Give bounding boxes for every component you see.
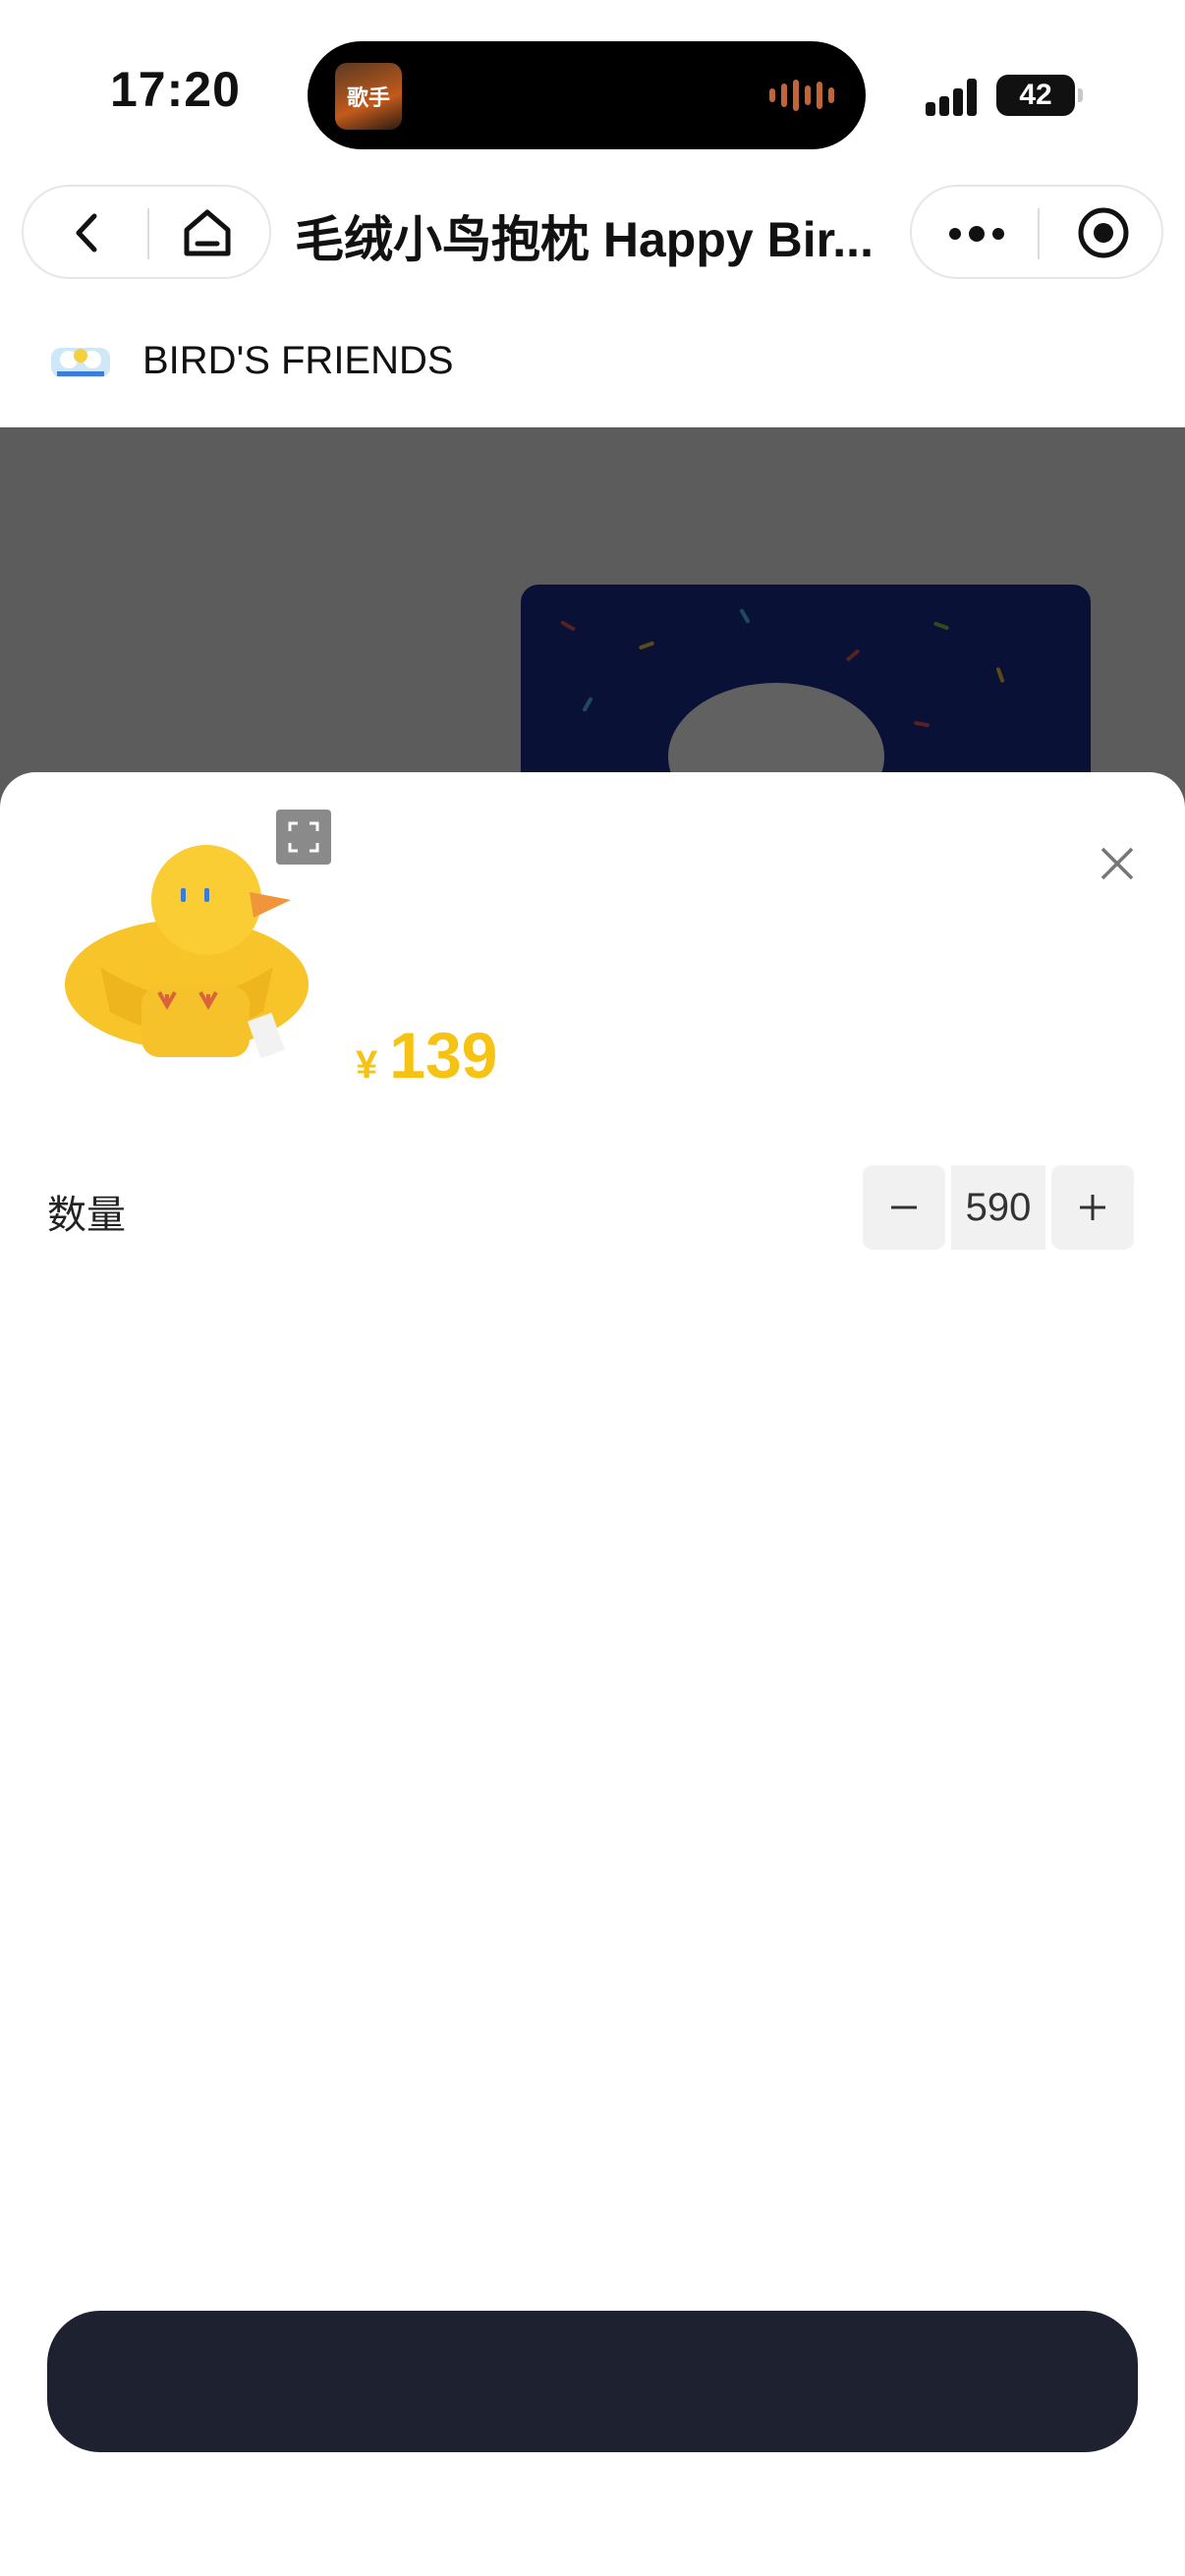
sku-bottom-sheet: ¥ 139 数量 xyxy=(0,772,1185,2576)
modal-overlay[interactable] xyxy=(0,427,1185,820)
confirm-button[interactable] xyxy=(47,2311,1138,2452)
price-value: 139 xyxy=(389,1019,498,1092)
page-title: 毛绒小鸟抱枕 Happy Bir... xyxy=(295,212,874,267)
nav-divider xyxy=(1038,208,1040,259)
battery-icon: 42 xyxy=(996,75,1083,116)
status-time: 17:20 xyxy=(110,62,241,117)
store-logo[interactable] xyxy=(49,342,112,383)
home-icon[interactable] xyxy=(179,204,236,261)
plus-icon xyxy=(1080,1195,1105,1220)
nav-capsule-right xyxy=(910,185,1163,279)
status-bar: 17:20 歌手 42 xyxy=(0,0,1185,182)
close-miniprogram-icon[interactable] xyxy=(1075,204,1132,261)
now-playing-artwork: 歌手 xyxy=(335,63,402,130)
minus-icon xyxy=(891,1205,917,1209)
store-name[interactable]: BIRD'S FRIENDS xyxy=(142,339,454,383)
nav-capsule-left xyxy=(22,185,271,279)
nav-divider xyxy=(147,208,149,259)
more-icon[interactable] xyxy=(947,216,1006,252)
close-icon[interactable] xyxy=(1093,839,1142,888)
increase-button[interactable] xyxy=(1051,1165,1134,1250)
quantity-input[interactable] xyxy=(951,1165,1045,1250)
currency-symbol: ¥ xyxy=(356,1043,378,1087)
product-price: ¥ 139 xyxy=(356,1018,497,1092)
cellular-signal-icon xyxy=(926,77,983,116)
back-icon[interactable] xyxy=(63,208,112,257)
expand-icon[interactable] xyxy=(276,810,331,865)
quantity-label: 数量 xyxy=(47,1194,126,1237)
dynamic-island[interactable]: 歌手 xyxy=(308,41,866,149)
quantity-stepper xyxy=(863,1165,1136,1250)
audio-waveform-icon xyxy=(769,79,834,112)
decrease-button[interactable] xyxy=(863,1165,945,1250)
